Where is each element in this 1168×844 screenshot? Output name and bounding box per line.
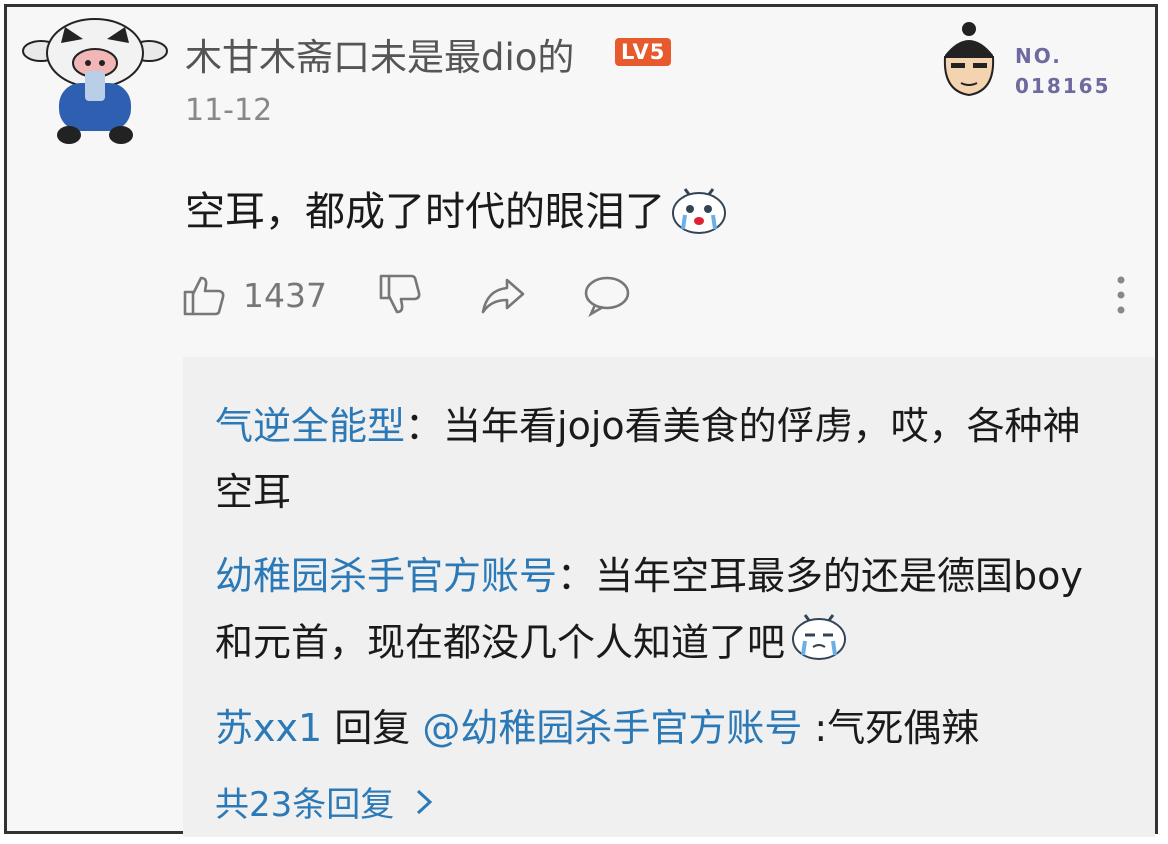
more-replies-label: 共23条回复	[215, 785, 395, 825]
comment-text: 空耳，都成了时代的眼泪了	[185, 179, 727, 245]
level-badge: LV5	[615, 38, 672, 66]
reply-text: :气死偶辣	[802, 706, 980, 750]
user-avatar[interactable]	[21, 13, 169, 147]
crying-emoji-icon	[671, 183, 727, 245]
reply-author[interactable]: 幼稚园杀手官方账号	[215, 554, 557, 598]
chevron-right-icon	[417, 789, 433, 814]
comment-card: 木甘木斋口未是最dio的 LV5 11-12 NO. 018165 空耳，都成了…	[4, 4, 1158, 837]
fan-badge-avatar	[933, 21, 1005, 101]
username[interactable]: 木甘木斋口未是最dio的	[185, 27, 574, 81]
fan-badge-number: NO. 018165	[1015, 41, 1111, 101]
more-vertical-icon[interactable]	[1115, 275, 1127, 315]
reply-item[interactable]: 幼稚园杀手官方账号：当年空耳最多的还是德国boy和元首，现在都没几个人知道了吧	[215, 543, 1115, 681]
comment-button[interactable]	[583, 271, 631, 319]
reply-author[interactable]: 苏xx1	[215, 706, 322, 750]
comment-icon	[584, 276, 630, 318]
thumbs-up-icon	[183, 276, 225, 316]
badge-label: NO.	[1015, 44, 1062, 68]
thumbs-down-icon	[379, 274, 421, 314]
share-icon	[481, 278, 525, 314]
dislike-button[interactable]	[377, 271, 423, 319]
share-button[interactable]	[479, 271, 527, 319]
reply-item[interactable]: 苏xx1 回复 @幼稚园杀手官方账号 :气死偶辣	[215, 695, 1115, 761]
reply-item[interactable]: 气逆全能型：当年看jojo看美食的俘虏，哎，各种神空耳	[215, 393, 1115, 525]
like-button[interactable]: 1437	[181, 271, 327, 319]
comment-date: 11-12	[185, 93, 273, 128]
reply-author[interactable]: 气逆全能型	[215, 404, 405, 448]
reply-connector: 回复	[322, 706, 423, 750]
comment-body: 空耳，都成了时代的眼泪了	[185, 189, 665, 235]
reply-panel: 气逆全能型：当年看jojo看美食的俘虏，哎，各种神空耳 幼稚园杀手官方账号：当年…	[183, 357, 1155, 837]
crying-emoji-icon	[791, 609, 847, 681]
reply-mention[interactable]: @幼稚园杀手官方账号	[422, 706, 802, 750]
like-count: 1437	[243, 275, 327, 315]
view-more-replies-link[interactable]: 共23条回复	[215, 777, 438, 826]
badge-number: 018165	[1015, 74, 1111, 98]
